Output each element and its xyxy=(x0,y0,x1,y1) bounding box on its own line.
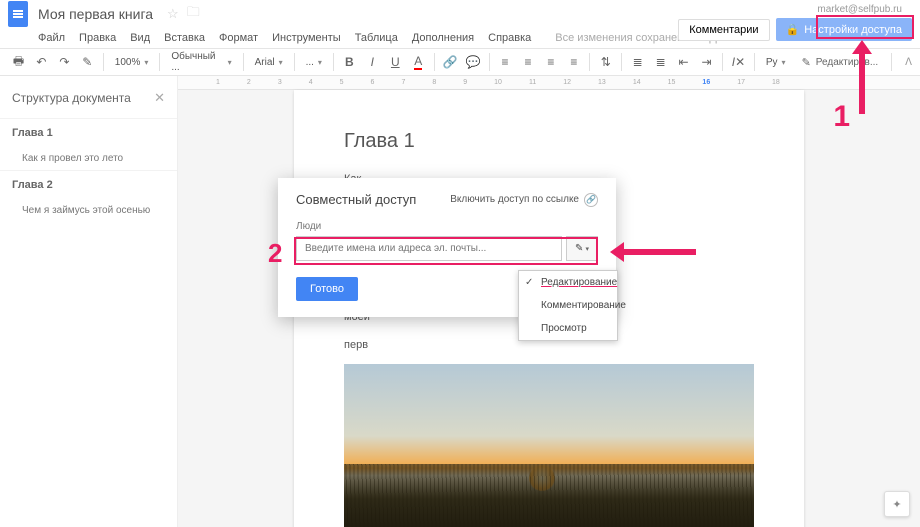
menu-format[interactable]: Формат xyxy=(219,32,258,44)
perm-option-edit[interactable]: Редактирование xyxy=(519,271,617,294)
doc-heading[interactable]: Глава 1 xyxy=(344,130,754,153)
close-outline-icon[interactable]: ✕ xyxy=(154,90,165,106)
menu-edit[interactable]: Правка xyxy=(79,32,116,44)
line-spacing-icon[interactable]: ⇅ xyxy=(595,51,616,73)
menu-tools[interactable]: Инструменты xyxy=(272,32,341,44)
style-select[interactable]: Обычный ... xyxy=(165,51,237,73)
dialog-title: Совместный доступ xyxy=(296,192,416,207)
indent-increase-icon[interactable]: ⇥ xyxy=(696,51,717,73)
outline-item-ch1[interactable]: Глава 1 xyxy=(0,118,177,147)
menu-addons[interactable]: Дополнения xyxy=(412,32,474,44)
annotation-arrow-2 xyxy=(624,249,696,255)
pencil-icon: ✎ xyxy=(802,56,811,69)
perm-option-view[interactable]: Просмотр xyxy=(519,317,617,340)
redo-icon[interactable]: ↷ xyxy=(54,51,75,73)
print-icon[interactable]: 🖶 xyxy=(8,51,29,73)
collapse-toolbar-icon[interactable]: ᐱ xyxy=(905,57,912,68)
link-icon: 🔗 xyxy=(584,193,598,207)
align-left-icon[interactable]: ≡ xyxy=(495,51,516,73)
undo-icon[interactable]: ↶ xyxy=(31,51,52,73)
share-button[interactable]: 🔒 Настройки доступа xyxy=(776,18,912,41)
comments-button[interactable]: Комментарии xyxy=(678,19,769,41)
edit-mode-button[interactable]: ✎ Редактиров... xyxy=(794,56,887,69)
people-label: Люди xyxy=(296,221,598,232)
ruler[interactable]: 123456789101112131415161718 xyxy=(178,76,920,90)
top-right-controls: Комментарии 🔒 Настройки доступа xyxy=(678,18,912,41)
bulleted-list-icon[interactable]: ≣ xyxy=(650,51,671,73)
align-center-icon[interactable]: ≡ xyxy=(517,51,538,73)
clear-format-icon[interactable]: I✕ xyxy=(728,51,749,73)
menu-view[interactable]: Вид xyxy=(130,32,150,44)
menu-insert[interactable]: Вставка xyxy=(164,32,205,44)
document-title[interactable]: Моя первая книга xyxy=(38,6,153,22)
zoom-select[interactable]: 100% xyxy=(109,51,155,73)
outline-item-ch1-sub[interactable]: Как я провел это лето xyxy=(0,147,177,170)
numbered-list-icon[interactable]: ≣ xyxy=(627,51,648,73)
permission-dropdown-button[interactable]: ✎ xyxy=(566,236,598,261)
explore-button[interactable]: ✦ xyxy=(884,491,910,517)
annotation-arrow-1 xyxy=(859,40,872,114)
share-label: Настройки доступа xyxy=(804,24,902,36)
link-icon[interactable]: 🔗 xyxy=(440,51,461,73)
annotation-number-1: 1 xyxy=(833,100,850,134)
menu-file[interactable]: Файл xyxy=(38,32,65,44)
outline-item-ch2[interactable]: Глава 2 xyxy=(0,170,177,199)
annotation-number-2: 2 xyxy=(268,238,282,269)
enable-link-access[interactable]: Включить доступ по ссылке 🔗 xyxy=(450,193,598,207)
underline-icon[interactable]: U xyxy=(385,51,406,73)
italic-icon[interactable]: I xyxy=(362,51,383,73)
perm-option-comment[interactable]: Комментирование xyxy=(519,294,617,317)
comment-icon[interactable]: 💬 xyxy=(463,51,484,73)
outline-item-ch2-sub[interactable]: Чем я займусь этой осенью xyxy=(0,199,177,222)
indent-decrease-icon[interactable]: ⇤ xyxy=(673,51,694,73)
align-justify-icon[interactable]: ≡ xyxy=(563,51,584,73)
people-input[interactable] xyxy=(296,236,562,261)
outline-title: Структура документа xyxy=(12,91,131,105)
bold-icon[interactable]: B xyxy=(339,51,360,73)
font-select[interactable]: Arial xyxy=(249,51,289,73)
star-icon[interactable]: ☆ xyxy=(167,6,179,22)
font-size-select[interactable]: ... xyxy=(300,51,328,73)
user-email[interactable]: market@selfpub.ru xyxy=(817,4,902,15)
folder-icon[interactable]: 🗀 xyxy=(187,3,200,25)
menu-help[interactable]: Справка xyxy=(488,32,531,44)
permission-menu: Редактирование Комментирование Просмотр xyxy=(518,270,618,341)
menu-table[interactable]: Таблица xyxy=(355,32,398,44)
paint-format-icon[interactable]: ✎ xyxy=(77,51,98,73)
text-color-icon[interactable]: A xyxy=(408,51,429,73)
align-right-icon[interactable]: ≡ xyxy=(540,51,561,73)
docs-logo-icon[interactable] xyxy=(8,1,28,27)
outline-sidebar: Структура документа ✕ Глава 1 Как я пров… xyxy=(0,76,178,527)
lock-icon: 🔒 xyxy=(786,23,800,36)
done-button[interactable]: Готово xyxy=(296,277,358,301)
link-access-label: Включить доступ по ссылке xyxy=(450,194,579,205)
input-tools[interactable]: Ру xyxy=(760,51,792,73)
pencil-icon: ✎ xyxy=(575,243,583,254)
document-image[interactable] xyxy=(344,364,754,527)
toolbar: 🖶 ↶ ↷ ✎ 100% Обычный ... Arial ... B I U… xyxy=(0,48,920,76)
